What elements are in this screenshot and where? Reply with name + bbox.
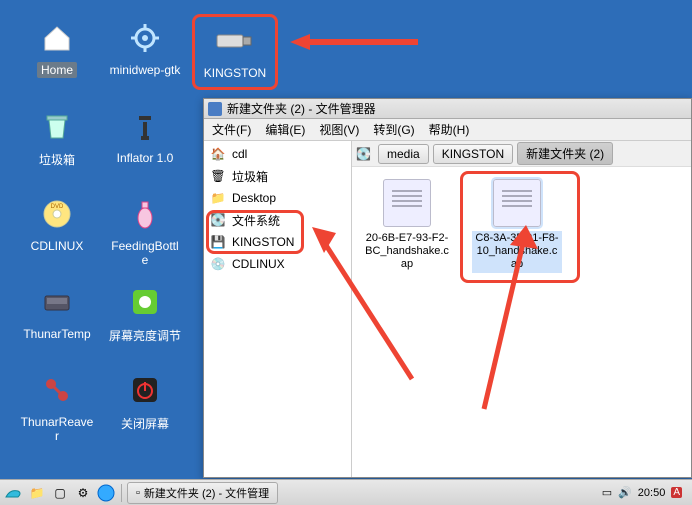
window-title: 新建文件夹 (2) - 文件管理器: [227, 100, 376, 117]
tray-lang-icon[interactable]: A: [671, 487, 682, 498]
clock[interactable]: 20:50: [638, 487, 666, 499]
file-label: 20-6B-E7-93-F2-BC_handshake.cap: [362, 231, 452, 273]
sidebar-item-desktop[interactable]: 📁 Desktop: [204, 187, 351, 209]
file-manager-window: 新建文件夹 (2) - 文件管理器 文件(F) 编辑(E) 视图(V) 转到(G…: [203, 98, 692, 478]
sidebar: 🏠 cdl 🗑 垃圾箱 📁 Desktop 💽 文件系统 💾 KINGSTON …: [204, 141, 352, 477]
menu-view[interactable]: 视图(V): [319, 121, 359, 138]
sidebar-item-label: cdl: [232, 147, 247, 161]
desktop-icon-poweroff[interactable]: 关闭屏幕: [102, 370, 188, 433]
drive-icon: [37, 282, 77, 322]
brightness-icon: [125, 282, 165, 322]
folder-icon: 📁: [210, 190, 226, 206]
trash-icon: 🗑: [210, 168, 226, 184]
disc-icon: DVD: [37, 194, 77, 234]
desktop-icon-label: 关闭屏幕: [117, 414, 173, 433]
tb-folder-icon[interactable]: 📁: [27, 483, 47, 503]
pathbar: 💽 media KINGSTON 新建文件夹 (2): [352, 141, 691, 167]
window-icon: [208, 102, 222, 116]
trash-icon: [37, 106, 77, 146]
home-icon: 🏠: [210, 146, 226, 162]
svg-text:DVD: DVD: [51, 204, 64, 210]
sidebar-item-label: CDLINUX: [232, 257, 285, 271]
content-pane: 💽 media KINGSTON 新建文件夹 (2) 20-6B-E7-93-F…: [352, 141, 691, 477]
power-icon: [125, 370, 165, 410]
disc-icon: 💿: [210, 256, 226, 272]
desktop-icon-trash[interactable]: 垃圾箱: [14, 106, 100, 169]
start-button[interactable]: [4, 483, 24, 503]
annotation-highlight: [460, 171, 580, 283]
desktop-icon-thunarreaver[interactable]: ThunarReaver: [14, 370, 100, 444]
pump-icon: [125, 106, 165, 146]
desktop-icon-label: 垃圾箱: [35, 150, 79, 169]
desktop-icon-label: ThunarTemp: [19, 326, 94, 342]
menu-edit[interactable]: 编辑(E): [265, 121, 305, 138]
tb-settings-icon[interactable]: ⚙: [73, 483, 93, 503]
menu-go[interactable]: 转到(G): [373, 121, 414, 138]
taskbar-task-label: 新建文件夹 (2) - 文件管理: [144, 485, 269, 501]
separator: [121, 484, 122, 502]
annotation-arrow: [288, 32, 428, 52]
usb-drive-icon: [215, 21, 255, 61]
desktop-icon-cdlinux[interactable]: DVD CDLINUX: [14, 194, 100, 254]
path-segment-current[interactable]: 新建文件夹 (2): [517, 142, 613, 165]
menu-help[interactable]: 帮助(H): [429, 121, 470, 138]
bottle-icon: [125, 194, 165, 234]
home-icon: [37, 18, 77, 58]
tb-browser-icon[interactable]: [96, 483, 116, 503]
desktop-icon-home[interactable]: Home: [14, 18, 100, 78]
drive-icon: 💽: [356, 147, 374, 161]
file-icon: [383, 179, 431, 227]
desktop-icon-label: minidwep-gtk: [106, 62, 185, 78]
desktop-icon-label: ThunarReaver: [16, 414, 98, 444]
desktop-icon-inflator[interactable]: Inflator 1.0: [102, 106, 188, 166]
desktop-icon-label: Home: [37, 62, 77, 78]
desktop-icon-label: KINGSTON: [200, 65, 270, 81]
desktop-icon-label: Inflator 1.0: [113, 150, 178, 166]
tb-terminal-icon[interactable]: ▢: [50, 483, 70, 503]
window-icon: ▫: [136, 487, 140, 499]
sidebar-item-label: 垃圾箱: [232, 168, 268, 185]
desktop-icon-label: FeedingBottle: [104, 238, 186, 268]
path-segment[interactable]: media: [378, 144, 429, 164]
desktop-icon-label: CDLINUX: [27, 238, 88, 254]
desktop-icon-feedingbottle[interactable]: FeedingBottle: [102, 194, 188, 268]
sidebar-item-home[interactable]: 🏠 cdl: [204, 143, 351, 165]
desktop-icon-label: 屏幕亮度调节: [105, 326, 185, 345]
sidebar-item-trash[interactable]: 🗑 垃圾箱: [204, 165, 351, 187]
file-area[interactable]: 20-6B-E7-93-F2-BC_handshake.cap C8-3A-35…: [352, 167, 691, 477]
tray-volume-icon[interactable]: 🔊: [618, 486, 632, 499]
sidebar-item-cdlinux[interactable]: 💿 CDLINUX: [204, 253, 351, 275]
gear-icon: [125, 18, 165, 58]
menubar: 文件(F) 编辑(E) 视图(V) 转到(G) 帮助(H): [204, 119, 691, 141]
desktop-icon-brightness[interactable]: 屏幕亮度调节: [102, 282, 188, 345]
file-item[interactable]: 20-6B-E7-93-F2-BC_handshake.cap: [362, 179, 452, 273]
taskbar: 📁 ▢ ⚙ ▫ 新建文件夹 (2) - 文件管理 ▭ 🔊 20:50 A: [0, 479, 692, 505]
desktop-icon-minidwep[interactable]: minidwep-gtk: [102, 18, 188, 78]
path-segment[interactable]: KINGSTON: [433, 144, 513, 164]
network-icon: [37, 370, 77, 410]
desktop-icon-kingston[interactable]: KINGSTON: [192, 14, 278, 90]
tray-monitor-icon[interactable]: ▭: [602, 486, 612, 499]
sidebar-item-label: Desktop: [232, 191, 276, 205]
taskbar-task[interactable]: ▫ 新建文件夹 (2) - 文件管理: [127, 482, 278, 504]
menu-file[interactable]: 文件(F): [212, 121, 251, 138]
annotation-highlight: [206, 210, 304, 254]
desktop-icon-thunartemp[interactable]: ThunarTemp: [14, 282, 100, 342]
system-tray: ▭ 🔊 20:50 A: [602, 486, 688, 499]
titlebar[interactable]: 新建文件夹 (2) - 文件管理器: [204, 99, 691, 119]
